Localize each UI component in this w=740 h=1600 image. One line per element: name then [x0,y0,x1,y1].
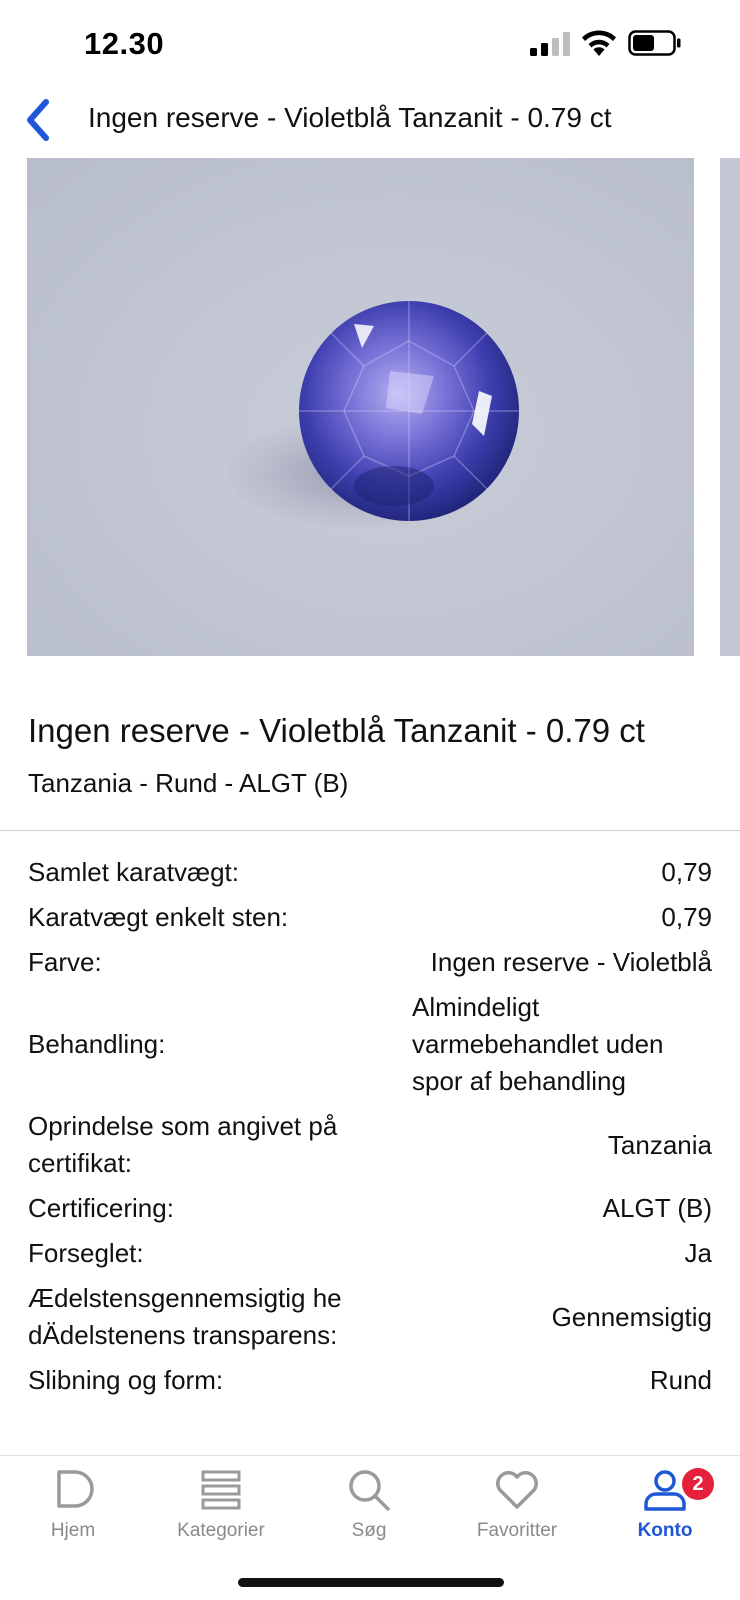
spec-row: Behandling: Almindeligt varmebehandlet u… [28,985,712,1104]
item-title: Ingen reserve - Violetblå Tanzanit - 0.7… [28,712,645,749]
next-photo-peek[interactable] [720,158,740,656]
spec-value: Almindeligt varmebehandlet uden spor af … [412,992,664,1096]
tab-label: Konto [637,1520,693,1541]
spec-value: Ingen reserve - Violetblå [430,947,712,977]
spec-table: Samlet karatvægt: 0,79 Karatvægt enkelt … [28,850,712,1403]
divider [0,830,740,831]
spec-row: Karatvægt enkelt sten: 0,79 [28,895,712,940]
spec-row: Certificering: ALGT (B) [28,1186,712,1231]
spec-value: Gennemsigtig [551,1301,712,1332]
spec-label: Oprindelse som angivet på certifikat: [28,1111,338,1178]
spec-row: Oprindelse som angivet på certifikat: Ta… [28,1104,712,1186]
item-subtitle: Tanzania - Rund - ALGT (B) [28,768,349,798]
spec-value: Rund [649,1365,712,1395]
tab-label: Søg [351,1520,387,1541]
product-photo[interactable] [27,158,694,656]
home-icon [57,1470,94,1508]
spec-value: Ja [684,1238,712,1268]
battery-icon [628,30,681,56]
spec-label: Certificering: [28,1193,174,1223]
navigation-bar: Ingen reserve - Violetblå Tanzanit - 0.7… [0,92,740,152]
spec-row: Farve: Ingen reserve - Violetblå [28,940,712,985]
notification-badge: 2 [682,1468,714,1500]
tab-account[interactable]: 2 Konto [600,1466,730,1556]
spec-row: Slibning og form: Rund [28,1358,712,1403]
home-indicator [238,1578,504,1587]
cellular-signal-icon [530,32,570,56]
back-button[interactable] [18,96,58,144]
spec-value: 0,79 [661,902,712,932]
spec-row: Ædelstensgennemsigtig hedÄdelstenens tra… [28,1276,712,1358]
chevron-left-icon [27,99,49,141]
tanzanite-gem-image [299,301,519,521]
nav-title: Ingen reserve - Violetblå Tanzanit - 0.7… [88,102,612,133]
spec-label: Farve: [28,947,102,977]
tab-label: Favoritter [476,1520,558,1541]
categories-icon [201,1470,241,1510]
status-bar: 12.30 [0,0,740,90]
spec-label: Samlet karatvægt: [28,857,239,887]
spec-label: Ædelstensgennemsigtig hedÄdelstenens tra… [28,1283,342,1350]
tab-label: Kategorier [177,1520,265,1541]
spec-value: 0,79 [661,857,712,887]
spec-value: Tanzania [607,1129,712,1160]
status-time: 12.30 [84,26,165,61]
search-icon [349,1470,390,1511]
spec-label: Slibning og form: [28,1365,224,1395]
spec-label: Karatvægt enkelt sten: [28,902,289,932]
tab-label: Hjem [50,1520,96,1541]
spec-label: Forseglet: [28,1238,144,1268]
tab-search[interactable]: Søg [304,1466,434,1556]
tab-categories[interactable]: Kategorier [156,1466,286,1556]
tab-home[interactable]: Hjem [8,1466,138,1556]
account-icon [644,1470,686,1511]
spec-label: Behandling: [28,1029,166,1059]
spec-value: ALGT (B) [602,1193,712,1223]
spec-row: Samlet karatvægt: 0,79 [28,850,712,895]
tab-favorites[interactable]: Favoritter [452,1466,582,1556]
image-carousel[interactable] [0,158,740,656]
heart-icon [496,1471,538,1509]
wifi-icon [582,30,616,56]
spec-row: Forseglet: Ja [28,1231,712,1276]
